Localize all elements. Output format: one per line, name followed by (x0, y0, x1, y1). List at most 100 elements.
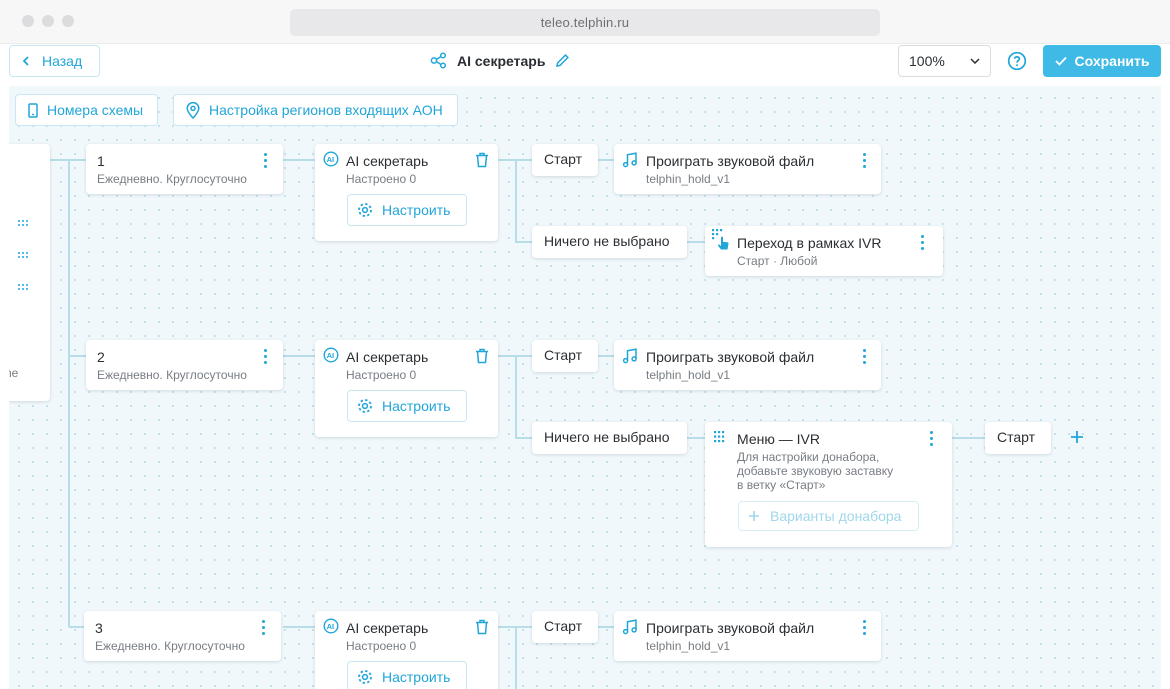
add-branch-plus-icon[interactable] (1070, 430, 1084, 444)
svg-text:AI: AI (327, 155, 335, 164)
chevron-left-icon (22, 56, 29, 66)
branch-nothing-node[interactable]: Ничего не выбрано (532, 226, 687, 258)
ivr-menu-desc-line: в ветку «Старт» (737, 478, 826, 492)
branch-start-label: Старт (544, 618, 583, 634)
ivr-menu-desc-line: Для настройки донабора, (737, 450, 880, 464)
schedule-number: 1 (97, 153, 105, 169)
app-header: Назад AI секретарь 100% Сохранить (0, 44, 1170, 86)
keypad-icon (714, 431, 725, 443)
ai-node-status: Настроено 0 (346, 368, 417, 382)
ai-secretary-node[interactable]: AI AI секретарь Настроено 0 Настроить (315, 340, 498, 437)
schedule-number: 2 (97, 349, 105, 365)
drag-handle-icon[interactable] (17, 219, 29, 227)
music-note-icon (622, 619, 637, 635)
ivr-menu-desc-line: добавьте звуковую заставку (737, 464, 894, 478)
more-menu-icon[interactable] (863, 349, 867, 367)
save-button-label: Сохранить (1074, 53, 1150, 69)
configure-button-label: Настроить (382, 398, 451, 414)
menu-start-node[interactable]: Старт (985, 422, 1051, 454)
scheme-icon (430, 52, 447, 69)
back-button-label: Назад (42, 53, 83, 69)
redial-variants-label: Варианты донабора (770, 508, 902, 524)
schedule-node[interactable]: 3 Ежедневно. Круглосуточно (84, 611, 281, 661)
play-file-name: telphin_hold_v1 (646, 172, 731, 186)
back-button[interactable]: Назад (9, 45, 100, 77)
configure-button-label: Настроить (382, 202, 451, 218)
trash-icon[interactable] (475, 348, 489, 364)
incoming-regions-button[interactable]: Настройка регионов входящих АОН (173, 94, 458, 126)
more-menu-icon[interactable] (262, 620, 266, 638)
gear-icon (358, 399, 372, 413)
branch-nothing-label: Ничего не выбрано (544, 233, 670, 249)
trash-icon[interactable] (475, 619, 489, 635)
configure-button[interactable]: Настроить (347, 661, 467, 689)
play-file-node[interactable]: Проиграть звуковой файл telphin_hold_v1 (614, 340, 881, 390)
ivr-menu-node[interactable]: Меню — IVR Для настройки донабора, добав… (705, 422, 952, 547)
schedule-number: 3 (95, 620, 103, 636)
menu-start-label: Старт (997, 429, 1036, 445)
ivr-jump-sub: Старт · Любой (737, 254, 818, 268)
ai-node-title: AI секретарь (346, 620, 429, 636)
page-title: AI секретарь (430, 52, 570, 69)
window-close-dot[interactable] (22, 15, 34, 27)
configure-button-label: Настроить (382, 669, 451, 685)
ai-secretary-node[interactable]: AI AI секретарь Настроено 0 Настроить (315, 611, 498, 689)
ai-secretary-node[interactable]: AI AI секретарь Настроено 0 Настроить (315, 144, 498, 241)
svg-text:AI: AI (327, 622, 335, 631)
zoom-select[interactable]: 100% (898, 45, 991, 77)
ai-icon: AI (323, 618, 339, 634)
drag-handle-icon[interactable] (17, 251, 29, 259)
scheme-numbers-label: Номера схемы (47, 102, 144, 118)
incoming-regions-label: Настройка регионов входящих АОН (209, 102, 443, 118)
branch-start-label: Старт (544, 347, 583, 363)
play-file-title: Проиграть звуковой файл (646, 349, 815, 365)
trash-icon[interactable] (475, 152, 489, 168)
ivr-menu-title: Меню — IVR (737, 431, 820, 447)
ivr-jump-title: Переход в рамках IVR (737, 235, 882, 251)
more-menu-icon[interactable] (921, 235, 925, 253)
scheme-canvas[interactable]: Номера схемы Настройка регионов входящих… (9, 86, 1161, 689)
window-minimize-dot[interactable] (42, 15, 54, 27)
drag-handle-icon[interactable] (17, 283, 29, 291)
more-menu-icon[interactable] (264, 349, 268, 367)
zoom-value: 100% (909, 53, 945, 69)
ivr-jump-node[interactable]: Переход в рамках IVR Старт · Любой (705, 226, 943, 276)
ai-icon: AI (323, 151, 339, 167)
more-menu-icon[interactable] (863, 153, 867, 171)
ai-node-status: Настроено 0 (346, 172, 417, 186)
configure-button[interactable]: Настроить (347, 194, 467, 226)
location-pin-icon (186, 101, 200, 119)
incoming-numbers-node[interactable]: ne (9, 144, 50, 401)
scheme-numbers-button[interactable]: Номера схемы (15, 94, 159, 126)
ai-icon: AI (323, 347, 339, 363)
branch-start-node[interactable]: Старт (532, 611, 598, 643)
branch-start-node[interactable]: Старт (532, 144, 598, 176)
page-title-text: AI секретарь (457, 52, 546, 69)
schedule-node[interactable]: 1 Ежедневно. Круглосуточно (86, 144, 283, 194)
check-icon (1054, 56, 1067, 66)
more-menu-icon[interactable] (863, 620, 867, 638)
configure-button[interactable]: Настроить (347, 390, 467, 422)
help-icon[interactable] (1007, 51, 1027, 71)
more-menu-icon[interactable] (264, 153, 268, 171)
branch-start-node[interactable]: Старт (532, 340, 598, 372)
play-file-title: Проиграть звуковой файл (646, 153, 815, 169)
save-button[interactable]: Сохранить (1043, 45, 1161, 77)
branch-nothing-node[interactable]: Ничего не выбрано (532, 422, 687, 454)
ai-node-status: Настроено 0 (346, 639, 417, 653)
redial-variants-button[interactable]: Варианты донабора (738, 501, 919, 531)
schedule-text: Ежедневно. Круглосуточно (95, 639, 245, 653)
schedule-node[interactable]: 2 Ежедневно. Круглосуточно (86, 340, 283, 390)
edit-pencil-icon[interactable] (555, 53, 570, 68)
more-menu-icon[interactable] (930, 431, 934, 449)
gear-icon (358, 203, 372, 217)
gear-icon (358, 670, 372, 684)
chevron-down-icon (970, 58, 980, 64)
play-file-node[interactable]: Проиграть звуковой файл telphin_hold_v1 (614, 611, 881, 661)
address-bar[interactable]: teleo.telphin.ru (290, 9, 880, 36)
branch-nothing-label: Ничего не выбрано (544, 429, 670, 445)
play-file-name: telphin_hold_v1 (646, 368, 731, 382)
music-note-icon (622, 152, 637, 168)
play-file-node[interactable]: Проиграть звуковой файл telphin_hold_v1 (614, 144, 881, 194)
window-maximize-dot[interactable] (62, 15, 74, 27)
